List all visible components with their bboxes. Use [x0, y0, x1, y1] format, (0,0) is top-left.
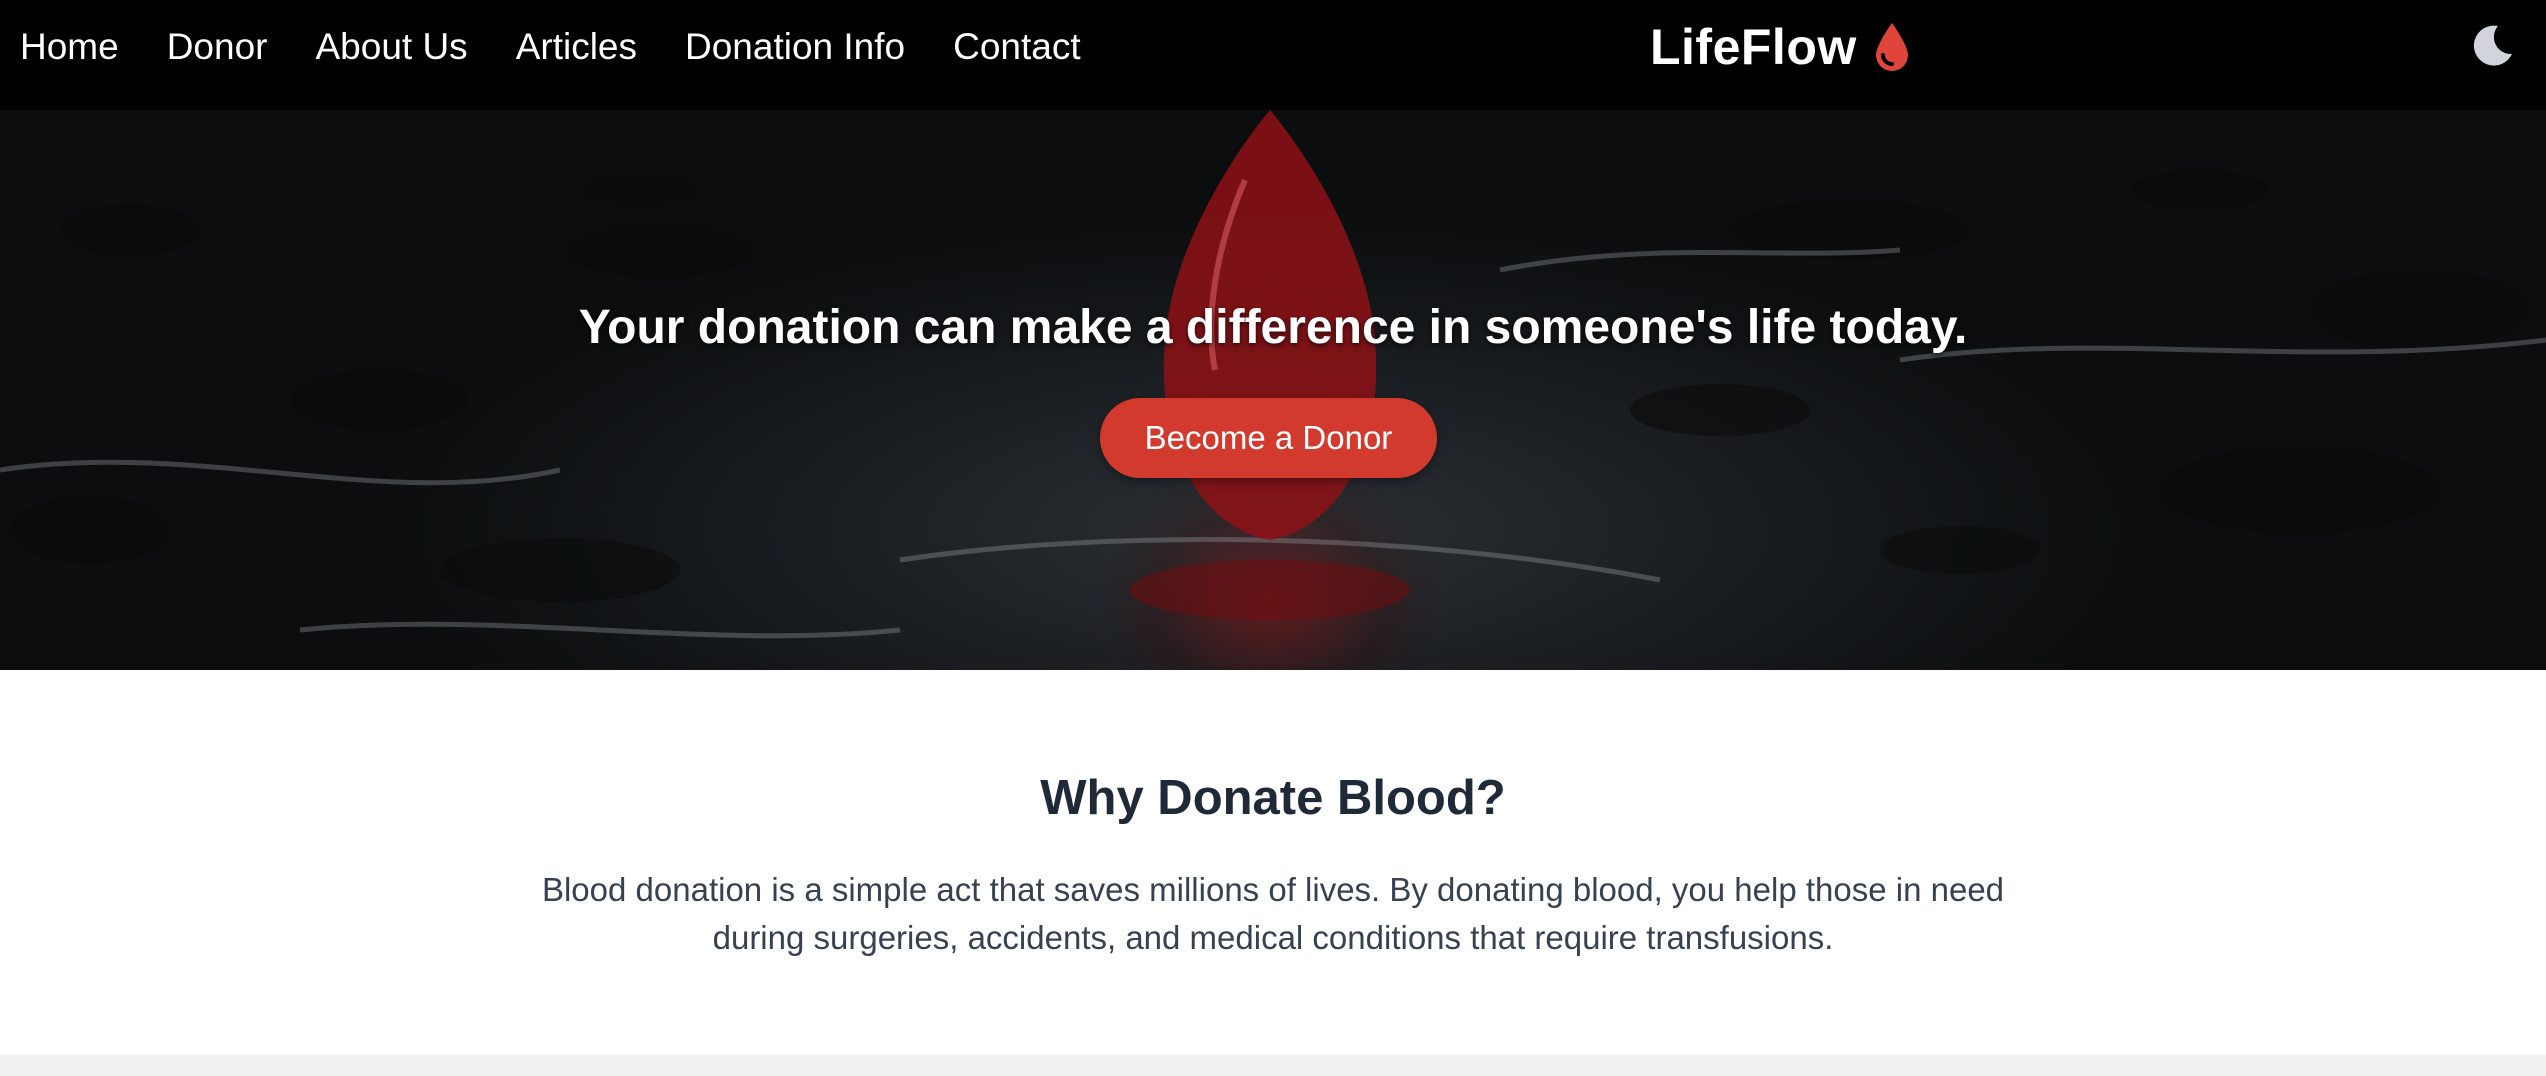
hero-headline: Your donation can make a difference in s…: [578, 301, 1968, 354]
nav-link-home[interactable]: Home: [20, 26, 119, 68]
become-donor-button[interactable]: Become a Donor: [1100, 398, 1437, 478]
brand-logo[interactable]: LifeFlow: [1650, 0, 1911, 94]
section-body: Blood donation is a simple act that save…: [541, 871, 2005, 956]
blood-drop-icon: [1873, 21, 1911, 73]
hero-banner: Your donation can make a difference in s…: [0, 110, 2546, 670]
nav-link-articles[interactable]: Articles: [516, 26, 637, 68]
nav-link-contact[interactable]: Contact: [953, 26, 1081, 68]
nav-link-donation-info[interactable]: Donation Info: [685, 26, 905, 68]
next-section-edge: [0, 1055, 2546, 1076]
why-donate-section: Why Donate Blood? Blood donation is a si…: [0, 670, 2546, 1055]
main-nav: Home Donor About Us Articles Donation In…: [20, 0, 1081, 94]
nav-link-about-us[interactable]: About Us: [315, 26, 467, 68]
section-title: Why Donate Blood?: [1040, 771, 1506, 825]
hero-background-image: [0, 110, 2546, 639]
moon-icon[interactable]: [2468, 22, 2516, 70]
brand-name: LifeFlow: [1650, 19, 1857, 75]
top-navbar: Home Donor About Us Articles Donation In…: [0, 0, 2546, 110]
nav-link-donor[interactable]: Donor: [167, 26, 268, 68]
